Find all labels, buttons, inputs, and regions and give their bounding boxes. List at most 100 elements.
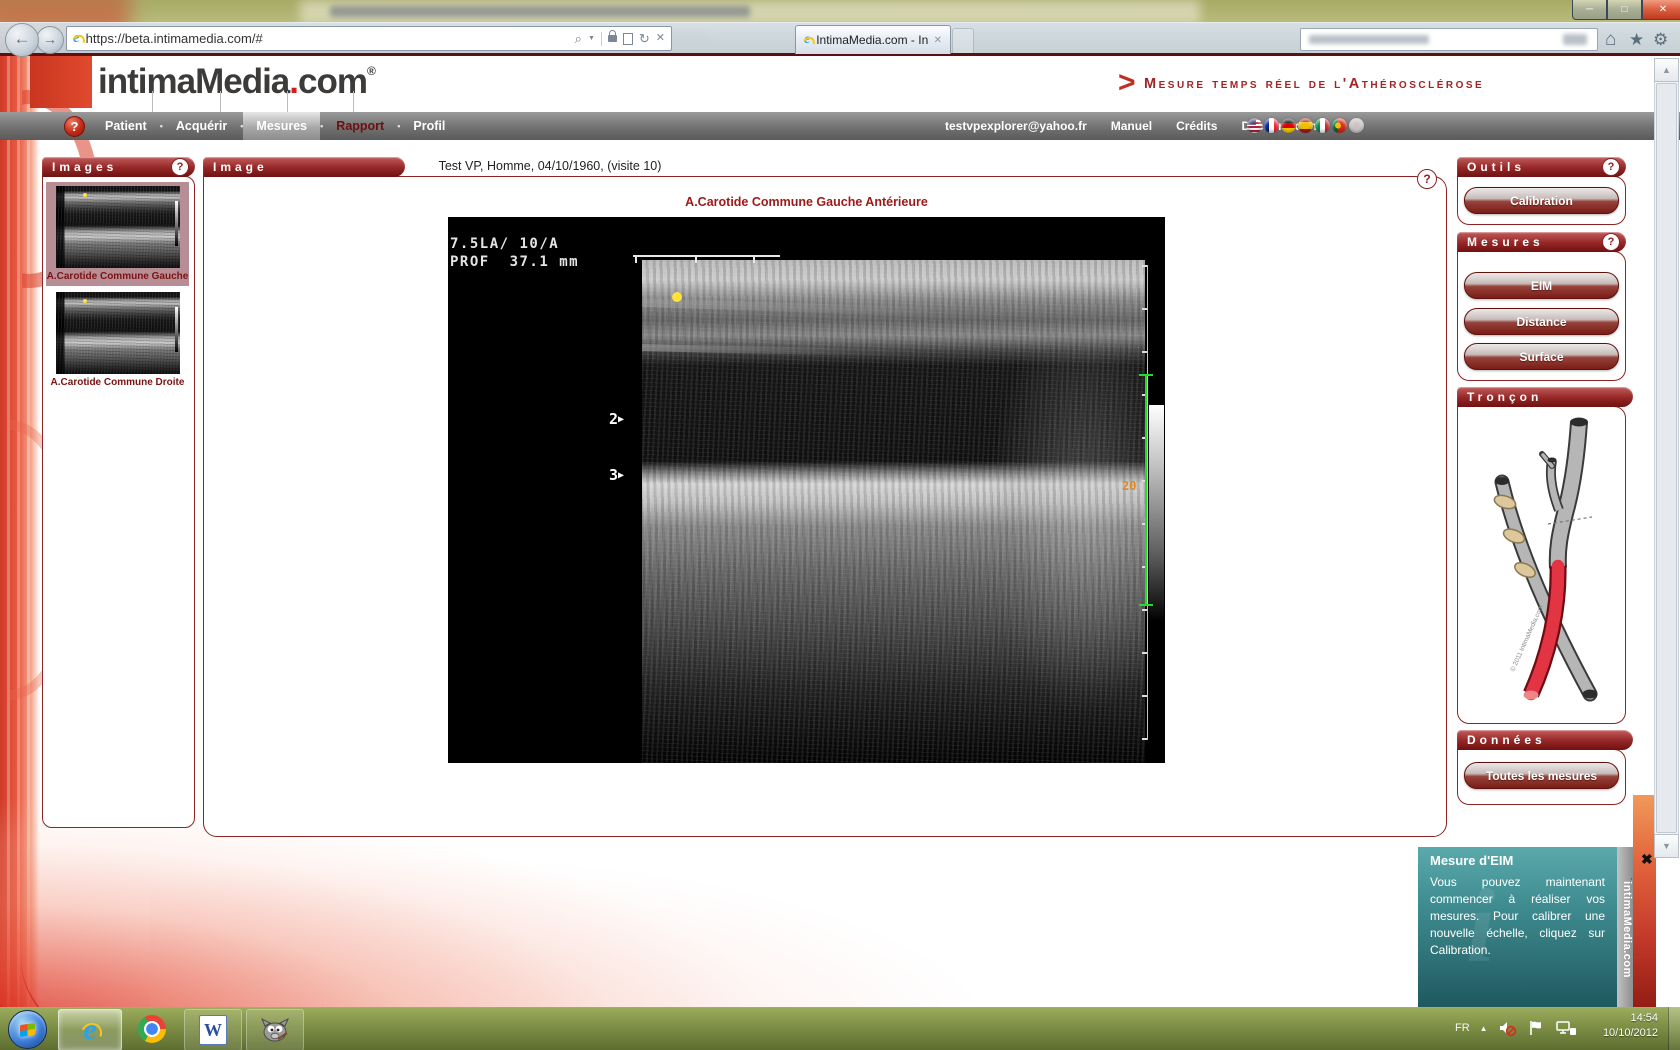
tray-expand-icon[interactable]: ▲ [1480,1024,1488,1033]
measures-panel-tab: Mesures ? [1457,232,1626,252]
ultrasound-thumbnail[interactable] [56,186,180,268]
close-window-button[interactable]: ✕ [1642,0,1680,20]
search-icon[interactable]: ⌕ [575,32,582,45]
flag-fr-icon[interactable] [1264,118,1279,133]
help-icon: ? [1608,236,1615,248]
stop-icon[interactable]: ✕ [656,33,665,44]
start-button[interactable] [8,1010,47,1049]
thumbnail-marker-dot [83,299,87,303]
taskbar-chrome-button[interactable] [126,1009,178,1049]
wall-marker-3[interactable]: 3▶ [609,466,624,484]
flag-inactive-icon [1349,118,1364,133]
nav-link-manuel[interactable]: Manuel [1111,119,1152,133]
flag-it-icon[interactable] [1315,118,1330,133]
horizontal-ruler [633,255,780,257]
thumbnail-item-right-carotid[interactable]: A.Carotide Commune Droite [46,288,189,392]
notification-side-logo: ˙intimaMedia.com [1617,847,1633,1007]
taskbar-word-button[interactable]: W [184,1009,242,1050]
scroll-down-button[interactable]: ▼ [1654,834,1679,858]
side-logo-text: intimaMedia.com [1621,881,1633,978]
nav-separator-tick [353,91,354,112]
refresh-icon[interactable]: ↻ [639,32,650,45]
thumbnail-item-left-carotid[interactable]: A.Carotide Commune Gauche [46,182,189,286]
network-icon[interactable] [1555,1019,1577,1037]
search-dropdown-icon[interactable]: ▼ [588,35,595,42]
measures-help-button[interactable]: ? [1602,233,1620,251]
scrollbar-thumb[interactable] [1656,83,1677,833]
nav-help-button[interactable]: ? [64,116,85,137]
tools-help-button[interactable]: ? [1602,158,1620,176]
image-help-button[interactable]: ? [1417,169,1437,189]
flag-es-icon[interactable] [1298,118,1313,133]
flag-pt-icon[interactable] [1332,118,1347,133]
new-tab-stub[interactable] [952,28,974,54]
nav-separator-tick [152,91,153,112]
forward-icon: → [43,31,57,47]
all-measures-button[interactable]: Toutes les mesures [1464,762,1619,789]
ruler-tick [695,257,697,263]
caliper-bottom-cap[interactable] [1139,604,1153,606]
artery-diagram-svg: © 2011 IntimaMedia.com [1462,410,1620,718]
nav-item-patient[interactable]: Patient [92,112,160,140]
taskbar-clock[interactable]: 14:54 10/10/2012 [1586,1011,1658,1041]
url-text[interactable]: https://beta.intimamedia.com/# [86,31,569,46]
site-logo[interactable]: intimaMedia.com® [98,62,375,102]
grayscale-bar [1149,405,1164,622]
thumbnail-grayscale-bar [175,307,178,352]
address-bar[interactable]: e https://beta.intimamedia.com/# ⌕ ▼ ↻ ✕ [66,26,672,51]
ultrasound-thumbnail[interactable] [56,292,180,374]
close-window-icon: ✕ [1659,4,1667,15]
image-panel-title: Image [213,160,268,174]
nav-item-acquerir[interactable]: Acquérir [163,112,240,140]
nav-separator-tick [287,91,288,112]
calibration-button[interactable]: Calibration [1464,187,1619,214]
notification-body: Vous pouvez maintenant commencer à réali… [1430,874,1605,959]
data-panel-tab: Données [1457,730,1633,750]
volume-muted-icon[interactable] [1498,1019,1518,1037]
flag-us-icon[interactable] [1247,118,1262,133]
tray-language[interactable]: FR [1455,1022,1470,1034]
favorites-star-icon[interactable]: ★ [1629,31,1644,48]
maximize-button[interactable]: □ [1607,0,1642,20]
tools-panel-tab: Outils ? [1457,157,1626,177]
data-panel-title: Données [1467,733,1546,747]
maximize-icon: □ [1621,4,1627,15]
tab-close-icon[interactable]: ✕ [934,35,942,46]
distance-button[interactable]: Distance [1464,308,1619,335]
surface-button[interactable]: Surface [1464,343,1619,370]
nav-item-rapport[interactable]: Rapport [323,112,397,140]
home-icon[interactable]: ⌂ [1605,30,1616,49]
taskbar-ie-button[interactable]: e [58,1009,122,1050]
thumbnail-caption: A.Carotide Commune Gauche [47,271,189,282]
scroll-up-button[interactable]: ▲ [1654,58,1679,82]
forward-button[interactable]: → [36,26,64,54]
nav-item-mesures[interactable]: Mesures [243,112,320,140]
artery-diagram[interactable]: © 2011 IntimaMedia.com [1462,410,1620,718]
notification-close-icon: ✖ [1641,851,1653,867]
caliper-line[interactable] [1145,375,1147,605]
action-center-flag-icon[interactable] [1528,1019,1545,1037]
depth-info-overlay: PROF 37.1 mm [450,254,579,270]
browser-tab[interactable]: e IntimaMedia.com - Intellig... ✕ [795,25,951,54]
show-desktop-button[interactable] [1668,1007,1680,1050]
ultrasound-image[interactable]: 7.5LA/ 10/A PROF 37.1 mm 2▶ 3▶ 20 [448,217,1165,763]
wall-marker-2[interactable]: 2▶ [609,410,624,428]
ruler-tick [635,257,637,263]
settings-gear-icon[interactable]: ⚙ [1653,31,1668,48]
browser-search-box[interactable] [1300,28,1598,51]
minimize-button[interactable]: ─ [1572,0,1607,20]
flag-de-icon[interactable] [1281,118,1296,133]
back-button[interactable]: ← [5,23,39,57]
eim-notification: i Mesure d'EIM Vous pouvez maintenant co… [1418,847,1617,1007]
taskbar-gimp-button[interactable] [246,1009,304,1050]
caliper-top-cap[interactable] [1139,374,1153,376]
clock-date: 10/10/2012 [1586,1026,1658,1041]
search-placeholder-blur [1309,35,1429,44]
notification-close-button[interactable]: ✖ [1641,851,1653,868]
compatibility-icon[interactable] [623,33,633,45]
eim-button[interactable]: EIM [1464,272,1619,299]
nav-item-profil[interactable]: Profil [400,112,458,140]
nav-link-credits[interactable]: Crédits [1176,119,1217,133]
images-help-button[interactable]: ? [171,158,189,176]
measurement-point-marker[interactable] [672,292,682,302]
